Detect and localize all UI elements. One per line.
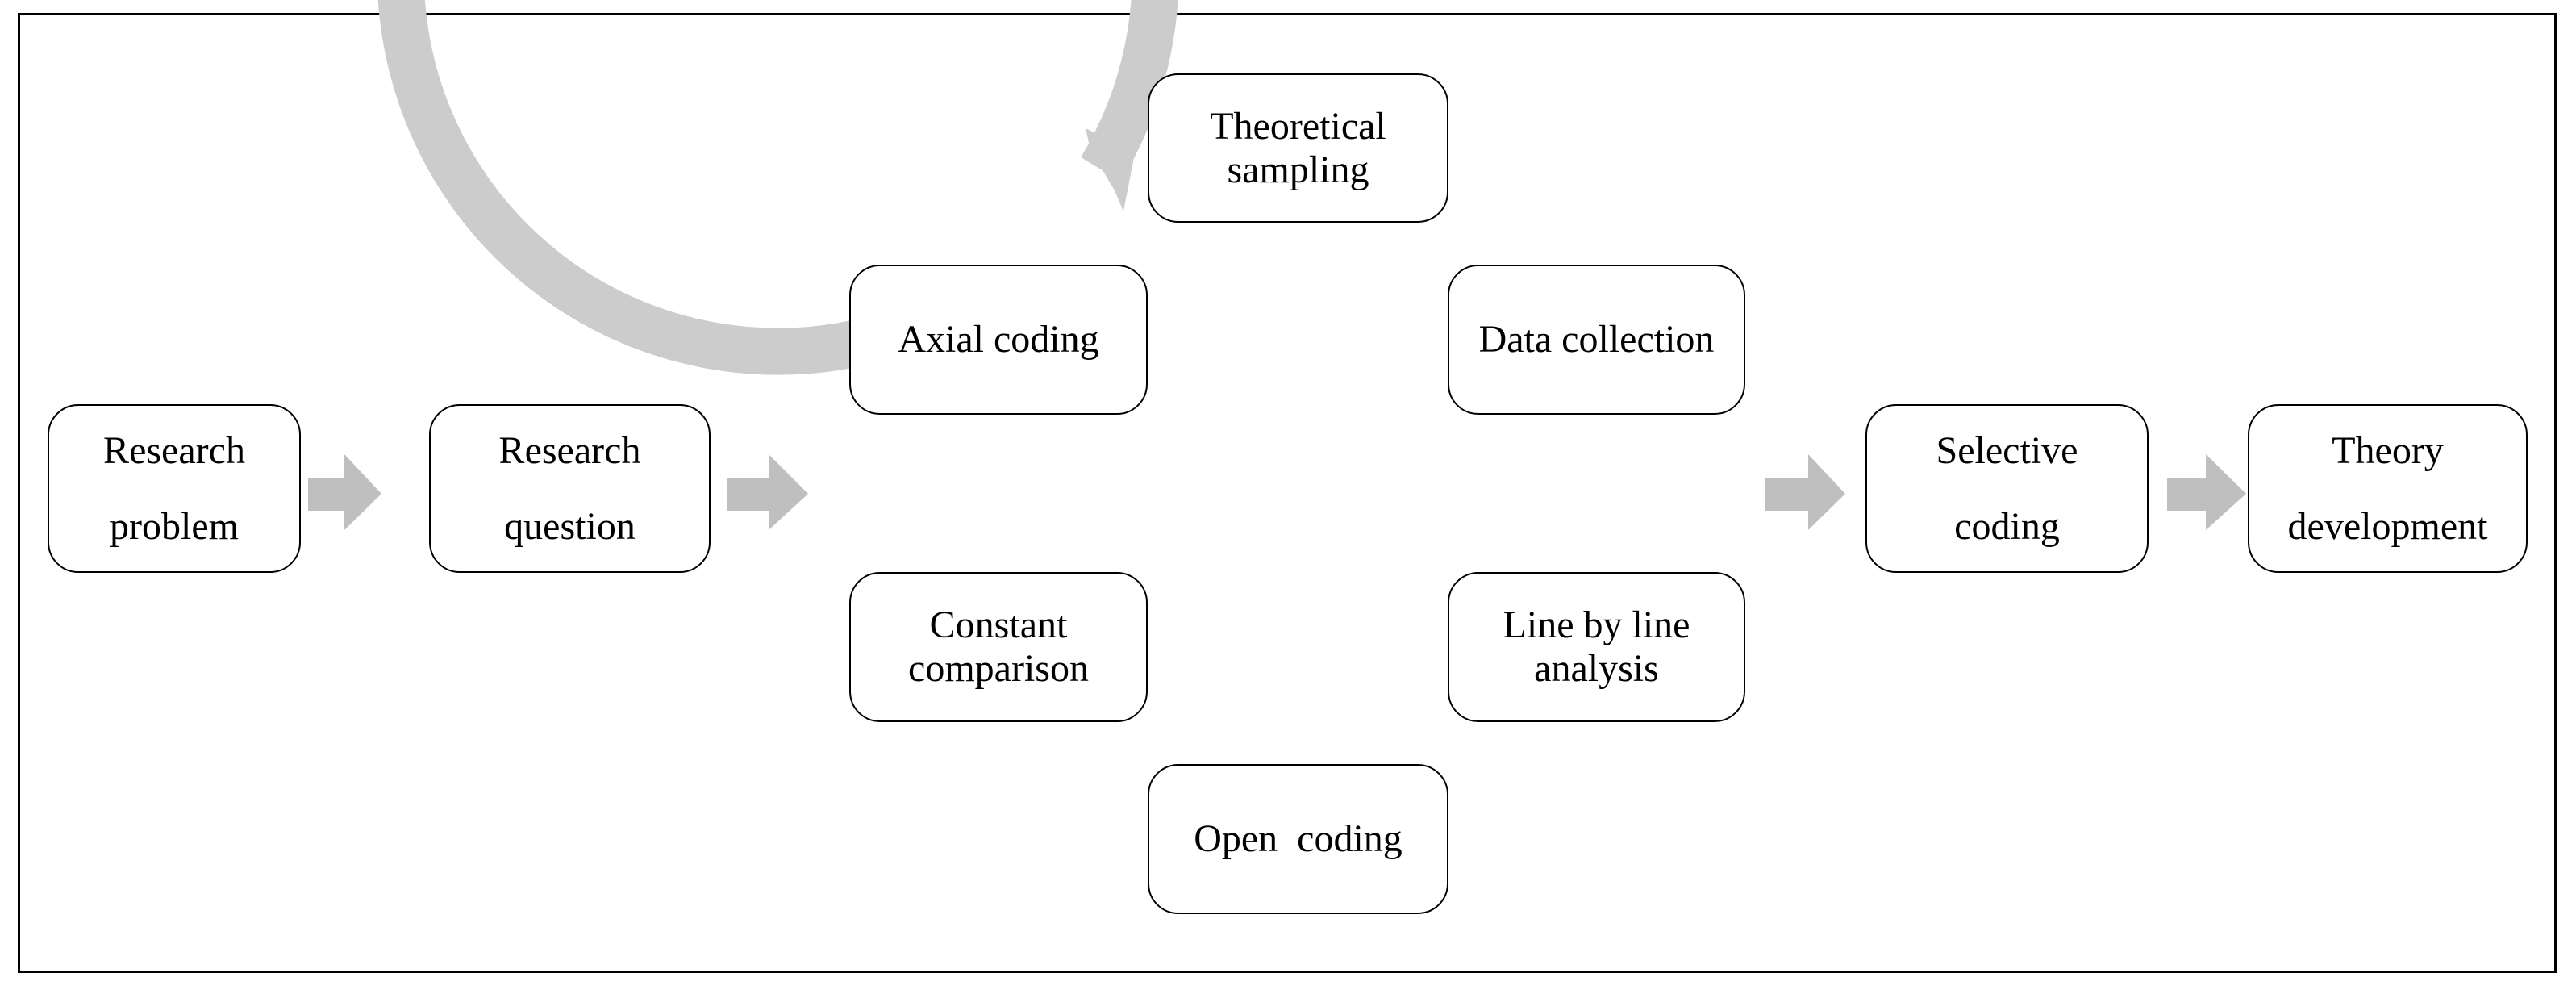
step-label-line: Research: [498, 428, 641, 472]
cycle-step-constant-comparison: Constant comparison: [849, 572, 1148, 722]
step-research-problem: Research problem: [48, 404, 301, 573]
step-label-line: Research: [103, 428, 245, 472]
arrow-right-icon: [1765, 454, 1845, 530]
step-label-line: question: [504, 504, 636, 548]
step-label-line: coding: [1954, 504, 2060, 548]
step-label-line: problem: [110, 504, 239, 548]
step-label-line: Data collection: [1478, 318, 1715, 361]
step-label-line: sampling: [1227, 148, 1369, 191]
cycle-step-theoretical-sampling: Theoretical sampling: [1148, 73, 1448, 223]
step-label-line: analysis: [1534, 647, 1659, 690]
step-theory-development: Theory development: [2248, 404, 2528, 573]
step-label-line: development: [2287, 504, 2488, 548]
step-label-line: comparison: [908, 647, 1089, 690]
arrow-right-icon: [308, 454, 381, 530]
cycle-step-axial-coding: Axial coding: [849, 265, 1148, 415]
step-research-question: Research question: [429, 404, 711, 573]
arrow-right-icon: [727, 454, 808, 530]
step-label-line: Theory: [2332, 428, 2444, 472]
step-selective-coding: Selective coding: [1865, 404, 2149, 573]
step-label-line: Selective: [1936, 428, 2078, 472]
cycle-step-line-by-line-analysis: Line by line analysis: [1448, 572, 1745, 722]
step-label-line: Theoretical: [1210, 104, 1386, 148]
cycle-step-data-collection: Data collection: [1448, 265, 1745, 415]
step-label-line: Constant: [929, 604, 1068, 646]
cycle-step-open-coding: Open coding: [1148, 764, 1448, 914]
step-label-line: Line by line: [1503, 604, 1690, 646]
step-label-line: Axial coding: [898, 318, 1099, 361]
step-label-line: Open coding: [1194, 817, 1403, 860]
arrow-right-icon: [2167, 454, 2246, 530]
